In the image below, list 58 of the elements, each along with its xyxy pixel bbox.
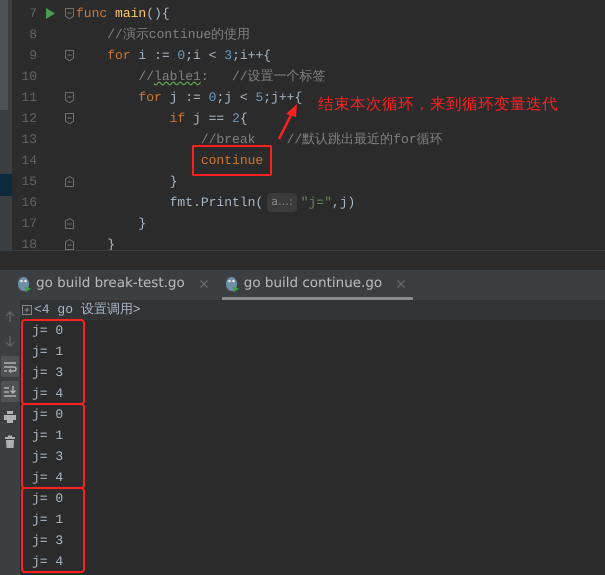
output-line: j= 4 xyxy=(31,385,64,403)
line-number: 12 xyxy=(20,110,37,128)
code-line: } xyxy=(170,172,178,191)
line-number: 7 xyxy=(28,4,37,23)
printer-icon[interactable] xyxy=(3,410,17,424)
trash-icon[interactable] xyxy=(3,434,17,448)
output-line: j= 0 xyxy=(31,322,64,340)
close-icon[interactable] xyxy=(397,280,406,288)
output-line: j= 3 xyxy=(31,532,64,550)
annotation-text: 结束本次循环，来到循环变量迭代 xyxy=(318,94,558,115)
line-number: 17 xyxy=(20,214,37,233)
gopher-icon xyxy=(17,276,31,292)
fold-icon[interactable] xyxy=(65,239,74,250)
fold-icon[interactable] xyxy=(65,218,74,229)
line-number: 14 xyxy=(20,152,37,170)
output-line: j= 0 xyxy=(31,406,64,424)
output-line: j= 1 xyxy=(31,511,64,529)
line-number: 10 xyxy=(20,68,37,86)
output-line: j= 0 xyxy=(31,490,64,508)
run-icon[interactable] xyxy=(46,8,54,19)
gopher-icon xyxy=(224,276,239,292)
fold-icon[interactable] xyxy=(65,176,74,187)
parameter-hint: a…: xyxy=(267,193,297,212)
output-line: j= 3 xyxy=(31,364,64,382)
output-line: j= 1 xyxy=(31,343,64,361)
line-number: 15 xyxy=(20,172,37,191)
expand-icon[interactable] xyxy=(22,305,32,315)
code-line: //lable1: //设置一个标签 xyxy=(138,68,326,86)
code-line: "j=",j) xyxy=(300,194,356,212)
output-line: j= 4 xyxy=(31,553,64,571)
fold-icon[interactable] xyxy=(65,8,74,19)
wrap-icon[interactable] xyxy=(3,360,17,374)
fold-icon[interactable] xyxy=(65,113,74,124)
line-number: 13 xyxy=(20,130,37,149)
code-line: for i := 0;i < 3;i++{ xyxy=(107,46,272,65)
run-tab[interactable]: go build break-test.go xyxy=(14,270,216,300)
line-number: 8 xyxy=(28,26,37,44)
fold-icon[interactable] xyxy=(65,50,74,61)
toggle-button[interactable] xyxy=(1,381,19,402)
folded-output[interactable]: <4 go 设置调用> xyxy=(34,300,141,320)
line-number: 11 xyxy=(20,88,37,107)
code-line: fmt.Println( xyxy=(170,194,264,212)
fold-icon[interactable] xyxy=(65,92,74,103)
code-line: //演示continue的使用 xyxy=(107,26,250,44)
code-line: } xyxy=(138,214,146,233)
output-line: j= 4 xyxy=(31,469,64,487)
scroll-to-end-icon[interactable] xyxy=(3,384,17,398)
toggle-button[interactable] xyxy=(1,356,19,377)
close-icon[interactable] xyxy=(200,280,208,288)
code-line: for j := 0;j < 5;j++{ xyxy=(138,88,302,107)
line-number: 9 xyxy=(28,46,37,65)
selected-row-marker xyxy=(0,174,12,196)
output-line: j= 3 xyxy=(31,448,64,466)
line-number: 16 xyxy=(20,194,37,212)
line-number: 18 xyxy=(20,236,37,250)
code-line: if j == 2{ xyxy=(170,110,248,128)
output-line: j= 1 xyxy=(31,427,64,445)
code-line: func main(){ xyxy=(76,4,170,23)
